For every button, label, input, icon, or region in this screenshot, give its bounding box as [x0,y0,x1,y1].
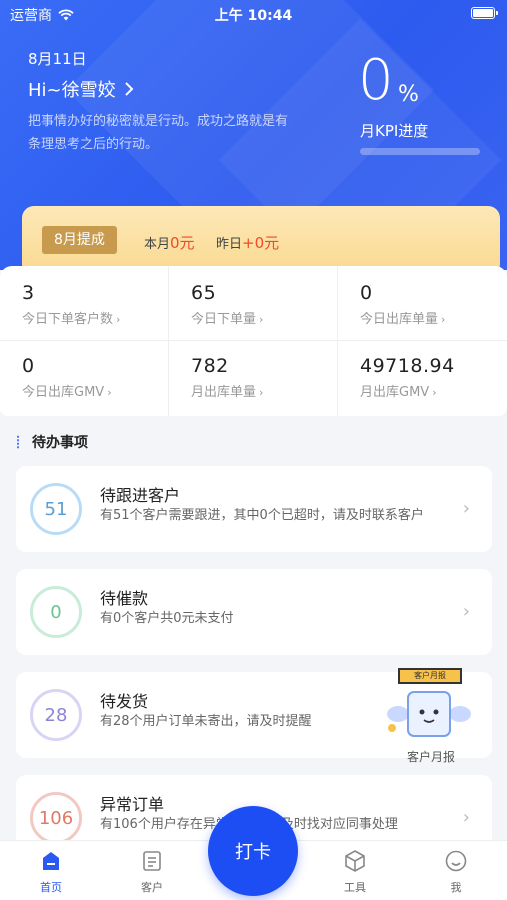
count-ring: 0 [30,586,82,638]
status-time: 上午 10:44 [214,8,293,24]
tab-tools[interactable]: 工具 [325,849,385,895]
todo-card-payment[interactable]: 0 待催款 有0个客户共0元未支付 › [16,569,492,655]
kpi-label: 月KPI进度 [360,122,429,140]
smile-icon [445,850,467,872]
date-label: 8月11日 [28,50,87,68]
tab-customers[interactable]: 客户 [122,849,182,895]
tab-me[interactable]: 我 [426,849,486,895]
stat-value: 65 [191,282,217,304]
tab-label: 工具 [344,881,366,894]
yesterday-label: 昨日 [216,237,243,252]
monthly-report-widget[interactable]: 客户月报 客户月报 [376,666,486,768]
stat-label: 今日下单量 [191,312,257,327]
todo-section-title: 待办事项 [16,432,88,452]
card-desc: 有51个客户需要跟进，其中0个已超时，请及时联系客户 [100,508,424,523]
card-title: 待发货 [100,692,149,711]
tab-label: 首页 [40,881,62,894]
tab-label: 客户 [141,881,163,894]
chevron-right-icon: › [462,807,470,828]
chevron-right-icon: › [462,601,470,622]
stat-label: 今日出库单量 [360,312,439,327]
tab-home[interactable]: 首页 [21,849,81,895]
stat-cell[interactable]: 0 今日出库GMV › [0,341,169,416]
count-ring: 28 [30,689,82,741]
count-value: 51 [44,498,68,520]
month-commission: 本月0元 [144,232,195,253]
dots-icon [16,435,20,449]
chevron-right-icon [124,82,134,96]
stat-cell[interactable]: 3 今日下单客户数 › [0,266,169,341]
yesterday-value: +0元 [242,234,280,252]
battery-icon [471,7,498,19]
status-bar: 运营商 上午 10:44 [0,0,507,28]
home-icon [43,852,59,870]
motto-text: 把事情办好的秘密就是行动。成功之路就是有条理思考之后的行动。 [28,114,289,152]
clock-in-button[interactable]: 打卡 [208,806,298,896]
count-ring: 51 [30,483,82,535]
kpi-progress-bar [360,148,480,155]
yesterday-commission: 昨日+0元 [216,232,279,253]
stat-label: 今日下单客户数 [22,312,114,327]
card-desc: 有0个客户共0元未支付 [100,611,234,626]
stat-cell[interactable]: 782 月出库单量 › [169,341,338,416]
todo-title: 待办事项 [32,435,88,451]
count-ring: 106 [30,792,82,844]
stat-value: 3 [22,282,35,304]
greeting-link[interactable]: Hi~徐雪姣 [28,76,134,102]
mascot-icon [387,691,471,737]
stat-value: 0 [22,355,35,377]
chevron-right-icon: › [116,313,121,326]
stat-label: 月出库单量 [191,385,257,400]
stat-cell[interactable]: 65 今日下单量 › [169,266,338,341]
chevron-right-icon: › [259,313,264,326]
stat-label: 今日出库GMV [22,385,105,400]
month-label: 本月 [144,237,171,252]
card-title: 待催款 [100,589,149,608]
count-value: 28 [44,704,68,726]
month-value: 0元 [170,234,195,252]
stat-cell[interactable]: 49718.94 月出库GMV › [338,341,507,416]
chevron-right-icon: › [432,386,437,399]
greeting-text: Hi~徐雪姣 [28,80,116,101]
stat-value: 49718.94 [360,355,455,377]
commission-badge: 8月提成 [42,226,117,254]
cube-icon [345,850,365,872]
promo-caption: 客户月报 [406,750,455,764]
todo-card-followup[interactable]: 51 待跟进客户 有51个客户需要跟进，其中0个已超时，请及时联系客户 › [16,466,492,552]
chevron-right-icon: › [259,386,264,399]
chevron-right-icon: › [462,498,470,519]
chevron-right-icon: › [107,386,112,399]
kpi-unit: % [398,82,419,107]
stat-value: 782 [191,355,229,377]
count-value: 0 [50,601,62,623]
stat-value: 0 [360,282,373,304]
card-title: 异常订单 [100,795,165,814]
stat-cell[interactable]: 0 今日出库单量 › [338,266,507,341]
promo-sign: 客户月报 [398,668,462,684]
document-icon [143,851,161,871]
count-value: 106 [38,807,74,829]
stats-grid: 3 今日下单客户数 › 65 今日下单量 › 0 今日出库单量 › 0 今日出库GMV… [0,266,507,416]
chevron-right-icon: › [441,313,446,326]
stat-label: 月出库GMV [360,385,430,400]
tab-label: 我 [450,881,462,894]
kpi-value: 0 [358,48,394,113]
card-title: 待跟进客户 [100,486,181,505]
